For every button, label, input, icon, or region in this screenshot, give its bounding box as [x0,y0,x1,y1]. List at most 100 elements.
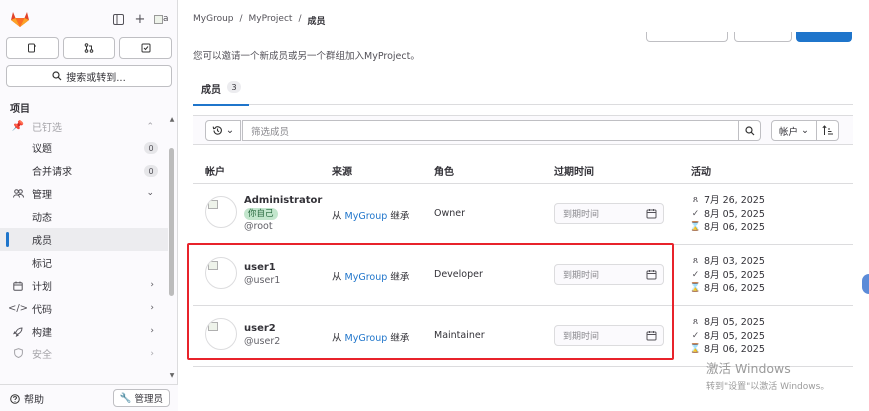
user-avatar[interactable]: a [154,11,172,27]
tab-members[interactable]: 成员 3 [193,75,249,106]
chevron-down-icon: ⌄ [801,125,809,136]
expiration-date-input[interactable]: 到期时间 [554,203,664,224]
issues-icon [28,43,37,53]
merge-requests-quick-button[interactable] [62,37,116,59]
issues-quick-button[interactable] [6,37,59,59]
chevron-down-icon: ⌄ [146,188,154,198]
todo-icon [141,43,151,53]
admin-area-button[interactable]: 🔧 管理员 [112,389,170,407]
tab-count-badge: 3 [227,81,241,93]
expiration-placeholder: 到期时间 [563,332,600,342]
sidebar-item-label: 成员 [32,236,52,247]
admin-label: 管理员 [134,394,163,405]
user-add-icon: ጸ [692,195,699,205]
activity-last-activity: 8月 06, 2025 [704,344,765,355]
filter-search-button[interactable] [739,120,761,141]
sidebar-item-label: 动态 [32,213,52,224]
breadcrumb-separator: / [298,14,302,24]
user-add-icon: ጸ [692,317,699,327]
sidebar-item-plan[interactable]: 计划 › [0,274,168,297]
member-name[interactable]: Administrator [244,195,322,207]
sidebar-item-code[interactable]: </> 代码 › [0,297,168,320]
activity-joined: 7月 26, 2025 [704,195,765,206]
calendar-icon [12,281,24,291]
sidebar-item-activity[interactable]: 动态 [0,205,168,228]
header-activity: 活动 [691,167,711,178]
filter-bar: ⌄ 筛选成员 帐户 ⌄ [193,115,853,145]
help-button[interactable]: 帮助 [10,391,44,406]
history-icon [212,126,222,135]
sidebar-section-title: 项目 [10,104,30,115]
filter-members-input[interactable]: 筛选成员 [242,120,739,141]
sidebar-item-merge-requests[interactable]: 合并请求 0 [0,159,168,182]
source-group-link[interactable]: MyGroup [345,211,388,222]
sidebar-item-pinned[interactable]: 📌 已钉选 ⌃ [0,116,168,136]
import-members-button[interactable] [646,32,728,42]
toggle-sidebar-icon[interactable] [110,11,126,27]
chevron-right-icon: › [150,303,154,313]
avatar[interactable] [205,318,237,350]
floating-help-bubble[interactable] [862,274,869,294]
breadcrumb: MyGroup / MyProject / 成员 [193,14,326,27]
invite-members-button[interactable] [796,32,852,42]
scrollbar-thumb[interactable] [169,148,174,296]
plus-icon[interactable]: + [132,11,148,27]
expiration-date-input[interactable]: 到期时间 [554,325,664,346]
activity-joined: 8月 05, 2025 [704,317,765,328]
avatar[interactable] [205,257,237,289]
todo-quick-button[interactable] [119,37,173,59]
broken-image-icon [208,261,218,270]
watermark-line1: 激活 Windows [706,361,791,376]
help-label: 帮助 [24,395,44,406]
code-icon: </> [7,303,29,314]
tab-label: 成员 [201,85,221,96]
recent-searches-button[interactable]: ⌄ [205,120,241,141]
scroll-up-arrow-icon[interactable]: ▲ [168,116,176,123]
tab-bar: 成员 3 [193,75,853,106]
expiration-date-input[interactable]: 到期时间 [554,264,664,285]
source-cell: 从 MyGroup 继承 [332,208,409,222]
sidebar-item-label: 合并请求 [32,167,72,178]
search-button[interactable]: 搜索或转到... [6,65,172,87]
sidebar-item-label: 计划 [32,282,52,293]
table-row: Administrator 你自己 @root 从 MyGroup 继承 Own… [193,184,853,245]
hourglass-icon: ⌛ [689,222,702,232]
quick-actions [6,37,173,59]
top-bar: MyGroup / MyProject / 成员 [179,0,869,42]
member-name[interactable]: user1 [244,262,280,274]
hourglass-icon: ⌛ [689,283,702,293]
gitlab-logo-icon[interactable] [10,10,30,28]
sidebar-item-issues[interactable]: 议题 0 [0,136,168,159]
source-group-link[interactable]: MyGroup [345,333,388,344]
scroll-down-arrow-icon[interactable]: ▼ [168,372,176,379]
source-suffix: 继承 [390,333,410,344]
expiration-placeholder: 到期时间 [563,271,600,281]
avatar[interactable] [205,196,237,228]
member-username: @root [244,221,273,232]
sort-by-dropdown[interactable]: 帐户 ⌄ [771,120,817,141]
source-group-link[interactable]: MyGroup [345,272,388,283]
sidebar-item-build[interactable]: 构建 › [0,320,168,343]
breadcrumb-current: 成员 [307,17,326,27]
search-icon [744,125,754,135]
breadcrumb-group-link[interactable]: MyGroup [193,14,234,27]
header-expiration: 过期时间 [554,167,594,178]
source-cell: 从 MyGroup 继承 [332,330,409,344]
wrench-icon: 🔧 [119,392,132,404]
question-icon [10,393,20,404]
breadcrumb-project-link[interactable]: MyProject [249,14,293,27]
sidebar-item-members[interactable]: 成员 [0,228,168,251]
role-cell: Developer [434,269,483,280]
sidebar-item-security[interactable]: 安全 › [0,343,168,363]
rocket-icon [12,326,24,337]
sidebar-scrollbar[interactable]: ▲ ▼ [168,116,176,382]
sort-direction-button[interactable] [817,120,839,141]
sidebar-item-manage[interactable]: 管理 ⌄ [0,182,168,205]
member-name[interactable]: user2 [244,323,280,335]
invite-group-button[interactable] [734,32,792,42]
activity-access-granted: 8月 05, 2025 [704,330,765,342]
activity-cell: ጸ 8月 05, 2025 ✓ 8月 05, 2025 ⌛ 8月 06, 2025 [690,316,765,357]
check-icon: ✓ [691,269,700,280]
activity-last-activity: 8月 06, 2025 [704,222,765,233]
sidebar-item-labels[interactable]: 标记 [0,251,168,274]
